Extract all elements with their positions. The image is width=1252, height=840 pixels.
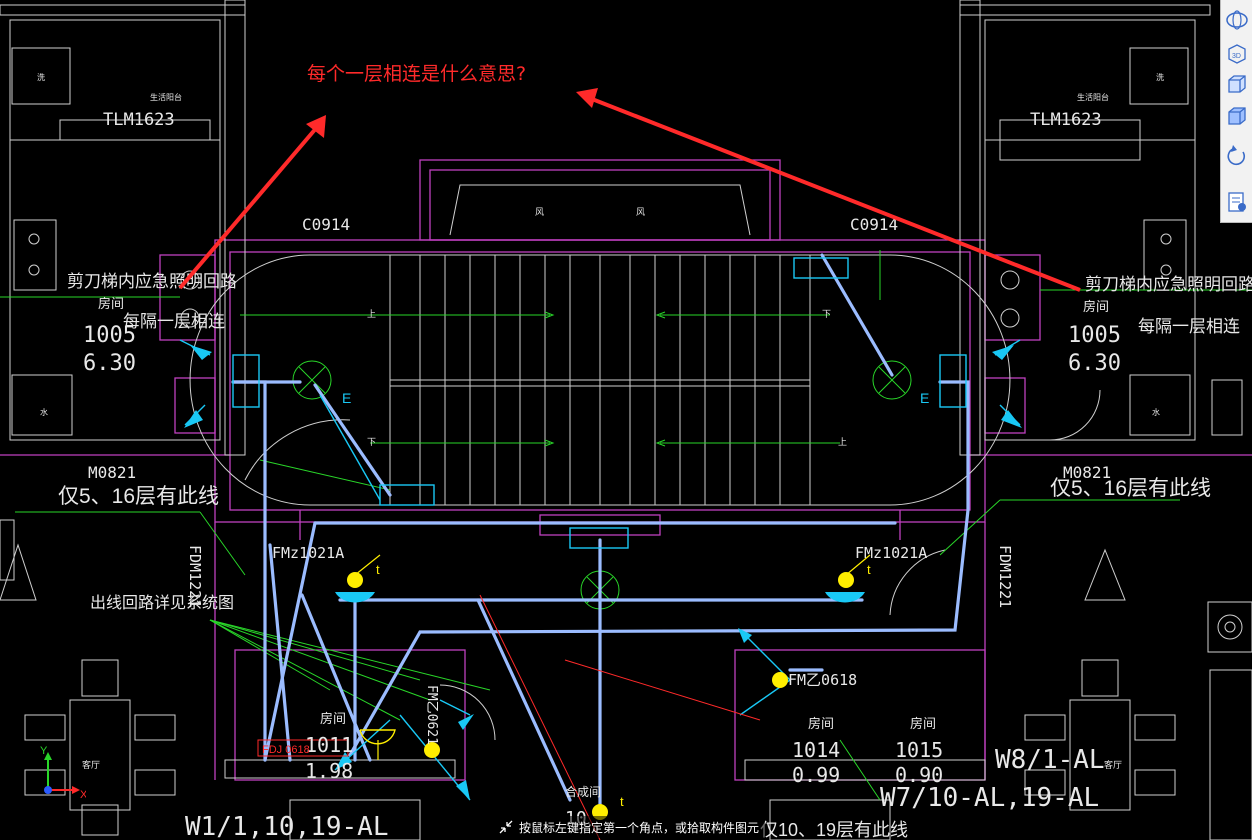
height-1014: 0.99 (792, 763, 840, 787)
height-1011: 1.98 (305, 759, 353, 783)
e-marker-right: E (920, 390, 929, 406)
num-1015: 1015 (895, 738, 943, 762)
height-right: 6.30 (1068, 351, 1121, 376)
bottom-only: 仅10、19层有此线 (760, 820, 908, 840)
view-toolbar: 3D (1220, 0, 1252, 223)
tlm-right: TLM1623 (1030, 110, 1102, 130)
room-1015: 房间 (910, 716, 936, 731)
emergency-left: 剪刀梯内应急照明回路 (67, 272, 237, 291)
t-label-left: t (376, 562, 380, 577)
num-1014: 1014 (792, 738, 840, 762)
room-right: 房间 (1083, 299, 1109, 314)
room-left: 房间 (98, 296, 124, 311)
balcony-right: 生活阳台 (1077, 92, 1109, 102)
w8-circuit: W8/1-AL (995, 745, 1105, 775)
num-right: 1005 (1068, 323, 1121, 348)
bottom-room: 合成间 (565, 784, 601, 799)
w1-circuit: W1/1,10,19-AL (185, 812, 389, 840)
rotate-icon[interactable] (1225, 144, 1249, 168)
orbit-icon[interactable] (1225, 8, 1249, 32)
green-wires (0, 250, 1252, 801)
stair-down-left: 下 (367, 437, 376, 447)
stair-up-left: 上 (367, 309, 376, 319)
fmz-left: FMz1021A (272, 544, 344, 562)
m0821-left: M0821 (88, 463, 136, 482)
question-annotation: 每个一层相连是什么意思? (307, 63, 526, 85)
t-label-right: t (867, 562, 871, 577)
3d-view-icon[interactable]: 3D (1225, 42, 1249, 66)
properties-icon[interactable] (1225, 190, 1249, 214)
balcony-left: 生活阳台 (150, 92, 182, 102)
fdm-right: FDM1221 (996, 545, 1014, 608)
cyan-arrowheads (184, 345, 1022, 800)
outgoing-circuit: 出线回路详见系统图 (90, 594, 234, 612)
shrink-icon (499, 820, 513, 834)
fm-mid: FM乙0621 (424, 685, 439, 745)
3d-label: 3D (1232, 53, 1241, 60)
height-left: 6.30 (83, 351, 136, 376)
room-1014: 房间 (808, 716, 834, 731)
ucs-axis-icon: Y X (40, 745, 86, 800)
wash-left: 洗 (37, 72, 45, 82)
fan-right: 风 (636, 207, 645, 217)
num-left: 1005 (83, 323, 136, 348)
cad-drawing-canvas[interactable]: t t t TLM1623 TLM1623 C0914 C0914 生活阳台 生… (0, 0, 1252, 840)
axis-y-label: Y (40, 745, 48, 757)
room-1011: 房间 (320, 711, 346, 726)
living-right: 客厅 (1104, 759, 1122, 770)
wash-right: 洗 (1156, 72, 1164, 82)
axis-x-label: X (80, 789, 86, 800)
iso-view-icon[interactable] (1225, 104, 1249, 128)
water-left: 水 (40, 407, 48, 417)
command-prompt-text: 按鼠标左键指定第一个角点，或拾取构件图元 (519, 820, 760, 835)
stair-up-right: 上 (838, 437, 847, 447)
fm-bottom: FM乙0618 (788, 671, 857, 689)
fan-left: 风 (535, 207, 544, 217)
water-right: 水 (1152, 407, 1160, 417)
fdj-tag: FDJ 0618 (262, 744, 310, 756)
e-markers: E E (342, 390, 929, 406)
fmz-right: FMz1021A (855, 544, 927, 562)
only-left: 仅5、16层有此线 (58, 485, 219, 508)
c0914-left: C0914 (302, 215, 350, 234)
num-1011: 1011 (305, 733, 353, 757)
only-right: 仅5、16层有此线 (1050, 477, 1211, 500)
command-prompt: 按鼠标左键指定第一个角点，或拾取构件图元 (493, 816, 766, 838)
every-floor-left: 每隔一层相连 (123, 312, 225, 331)
every-floor-right: 每隔一层相连 (1138, 317, 1240, 336)
emergency-right: 剪刀梯内应急照明回路 (1085, 275, 1252, 294)
top-view-icon[interactable] (1225, 72, 1249, 96)
w7-circuit: W7/10-AL,19-AL (880, 783, 1099, 813)
t-label-bottom: t (620, 794, 624, 809)
e-marker-left: E (342, 390, 351, 406)
stair-down-right: 下 (822, 309, 831, 319)
tlm-left: TLM1623 (103, 110, 175, 130)
